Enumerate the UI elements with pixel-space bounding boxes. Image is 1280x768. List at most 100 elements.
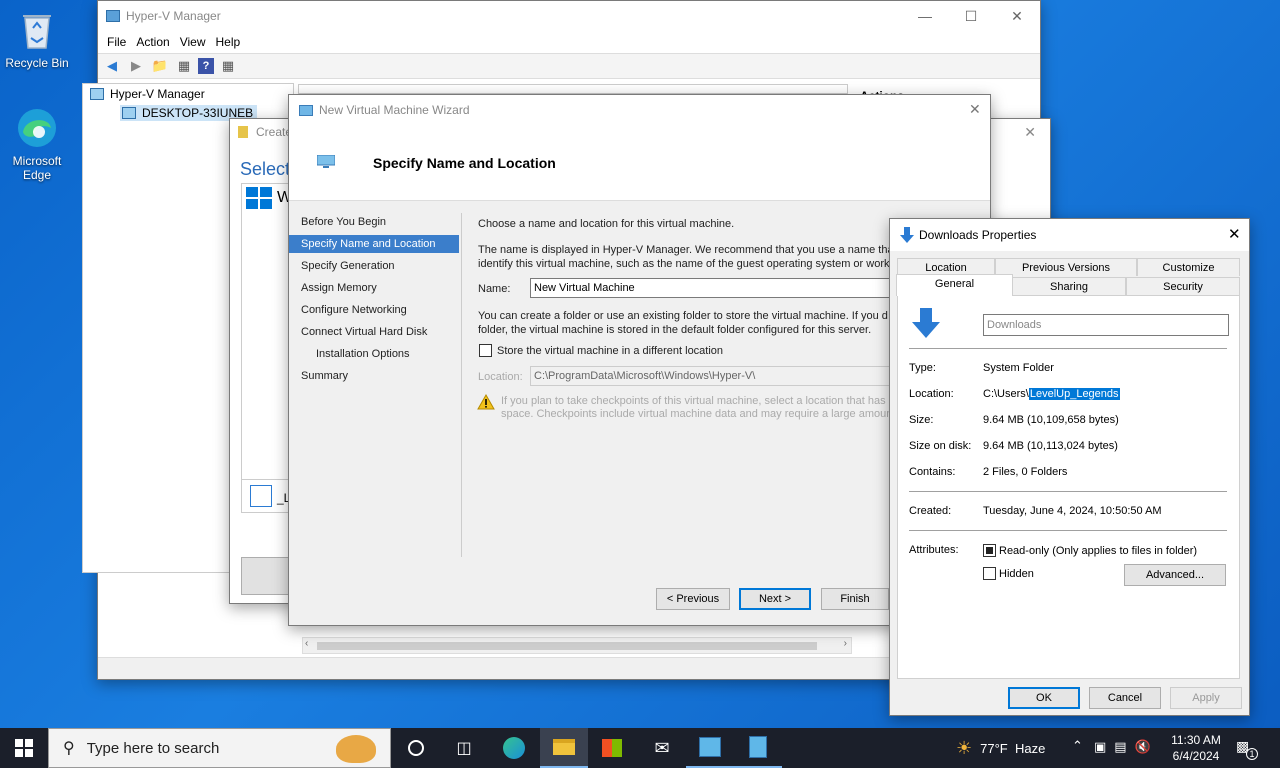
file-explorer-icon — [553, 739, 575, 755]
taskbar-store[interactable] — [588, 728, 636, 768]
size-disk-label: Size on disk: — [909, 440, 972, 452]
hyperv-titlebar[interactable]: Hyper-V Manager — [98, 1, 1040, 31]
desktop-icon-label: Microsoft Edge — [12, 154, 62, 182]
menu-view[interactable]: View — [180, 35, 206, 49]
cancel-button[interactable]: Cancel — [1089, 687, 1161, 709]
clock[interactable]: 11:30 AM 6/4/2024 — [1168, 732, 1224, 764]
back-arrow-icon[interactable]: ◀ — [102, 56, 122, 76]
hyperv-server-icon — [90, 88, 104, 100]
name-label: Name: — [478, 283, 511, 295]
edge-icon — [15, 106, 59, 150]
apply-button[interactable]: Apply — [1170, 687, 1242, 709]
vm-name-input[interactable]: New Virtual Machine — [530, 278, 892, 298]
desktop-icon-recycle-bin[interactable]: Recycle Bin — [0, 8, 74, 70]
nav-specify-name-location[interactable]: Specify Name and Location — [289, 235, 459, 253]
folder-name-input[interactable]: Downloads — [983, 314, 1229, 336]
recycle-bin-icon — [15, 8, 59, 52]
bg-wizard-heading: Select — [240, 159, 291, 179]
store-icon — [602, 739, 622, 757]
nav-assign-memory[interactable]: Assign Memory — [289, 279, 459, 297]
advanced-button[interactable]: Advanced... — [1124, 564, 1226, 586]
minimize-button[interactable]: — — [902, 1, 948, 31]
tab-sharing[interactable]: Sharing — [1012, 277, 1126, 295]
tab-general[interactable]: General — [896, 274, 1013, 296]
start-button[interactable] — [0, 728, 48, 768]
task-view-button[interactable]: ◫ — [440, 728, 488, 768]
taskbar-hyperv[interactable] — [686, 728, 734, 768]
desktop-icon-label: Recycle Bin — [5, 56, 69, 70]
properties-panel — [897, 295, 1240, 679]
forward-arrow-icon[interactable]: ▶ — [126, 56, 146, 76]
nav-configure-networking[interactable]: Configure Networking — [289, 301, 459, 319]
taskbar-file-explorer[interactable] — [540, 728, 588, 768]
horizontal-scrollbar[interactable]: ‹ › — [302, 637, 852, 654]
action-pane-icon[interactable]: ▦ — [218, 56, 238, 76]
tab-previous-versions[interactable]: Previous Versions — [995, 258, 1137, 276]
search-icon: ⚲ — [63, 740, 75, 757]
hyperv-icon — [699, 737, 721, 757]
menu-help[interactable]: Help — [216, 35, 241, 49]
hidden-checkbox[interactable] — [983, 567, 996, 580]
tree-root[interactable]: Hyper-V Manager — [90, 87, 205, 101]
taskbar-hyperv-2[interactable] — [734, 728, 782, 768]
tray-overflow-icon[interactable]: ⌃ — [1072, 738, 1083, 754]
store-location-checkbox[interactable] — [479, 344, 492, 357]
nav-installation-options[interactable]: Installation Options — [289, 345, 459, 363]
taskbar-mail[interactable]: ✉ — [638, 728, 686, 768]
volume-muted-icon[interactable]: 🔇 — [1135, 739, 1151, 755]
size-label: Size: — [909, 414, 934, 426]
hyperv-connect-icon — [749, 736, 767, 758]
nav-summary[interactable]: Summary — [289, 367, 459, 385]
new-vm-wizard-window: New Virtual Machine Wizard ✕ Specify Nam… — [288, 94, 991, 626]
folder-line1: You can create a folder or use an existi… — [478, 310, 888, 322]
edge-icon — [503, 737, 525, 759]
close-button[interactable]: ✕ — [994, 1, 1040, 31]
separator — [909, 348, 1227, 349]
network-icon[interactable]: ▤ — [1114, 739, 1126, 755]
menu-action[interactable]: Action — [136, 35, 169, 49]
center-pane-header — [298, 84, 848, 94]
tree-root-label: Hyper-V Manager — [110, 87, 205, 101]
menu-file[interactable]: File — [107, 35, 126, 49]
tray-icons: ▣ ▤ 🔇 — [1094, 739, 1151, 755]
location-input[interactable]: C:\ProgramData\Microsoft\Windows\Hyper-V… — [530, 366, 892, 386]
contains-value: 2 Files, 0 Folders — [983, 466, 1068, 478]
folder-up-icon[interactable]: 📁 — [150, 56, 170, 76]
taskbar-search-box[interactable]: ⚲ Type here to search — [48, 728, 391, 768]
help-icon[interactable]: ? — [198, 58, 214, 74]
task-view-icon: ◫ — [456, 740, 472, 757]
meet-now-icon[interactable]: ▣ — [1094, 739, 1106, 755]
tab-security[interactable]: Security — [1126, 277, 1240, 295]
nav-before-you-begin[interactable]: Before You Begin — [289, 213, 459, 231]
show-hide-console-icon[interactable]: ▦ — [174, 56, 194, 76]
notification-center-button[interactable]: ▩ 1 — [1236, 738, 1258, 760]
folder-line2: folder, the virtual machine is stored in… — [478, 324, 872, 336]
wizard-header-icon — [316, 154, 336, 169]
finish-button[interactable]: Finish — [821, 588, 889, 610]
cortana-icon — [408, 740, 424, 756]
next-button[interactable]: Next > — [739, 588, 811, 610]
readonly-checkbox[interactable] — [983, 544, 996, 557]
vm-icon — [299, 104, 313, 116]
maximize-button[interactable]: ☐ — [948, 1, 994, 31]
menu-bar: File Action View Help — [98, 31, 1040, 53]
bg-wizard-title: Create — [238, 125, 292, 139]
weather-icon: ☀ — [956, 738, 973, 758]
wizard-desc-line2: identify this virtual machine, such as t… — [478, 258, 890, 270]
wizard-close-button[interactable]: ✕ — [969, 101, 981, 118]
previous-button[interactable]: < Previous — [656, 588, 730, 610]
location-prop-label: Location: — [909, 388, 954, 400]
tab-customize[interactable]: Customize — [1137, 258, 1240, 276]
location-prop-value[interactable]: C:\Users\ LevelUp_Legends — [983, 388, 1120, 400]
server-icon — [122, 107, 136, 119]
taskbar-edge[interactable] — [490, 728, 538, 768]
ok-button[interactable]: OK — [1008, 687, 1080, 709]
desktop-icon-edge[interactable]: Microsoft Edge — [0, 106, 74, 182]
nav-specify-generation[interactable]: Specify Generation — [289, 257, 459, 275]
nav-connect-vhd[interactable]: Connect Virtual Hard Disk — [289, 323, 459, 341]
type-label: Type: — [909, 362, 936, 374]
weather-widget[interactable]: ☀ 77°F Haze — [956, 738, 1045, 759]
properties-close-button[interactable]: ✕ — [1228, 225, 1241, 243]
bg-wizard-close-button[interactable]: ✕ — [1024, 124, 1036, 141]
cortana-button[interactable] — [392, 728, 440, 768]
